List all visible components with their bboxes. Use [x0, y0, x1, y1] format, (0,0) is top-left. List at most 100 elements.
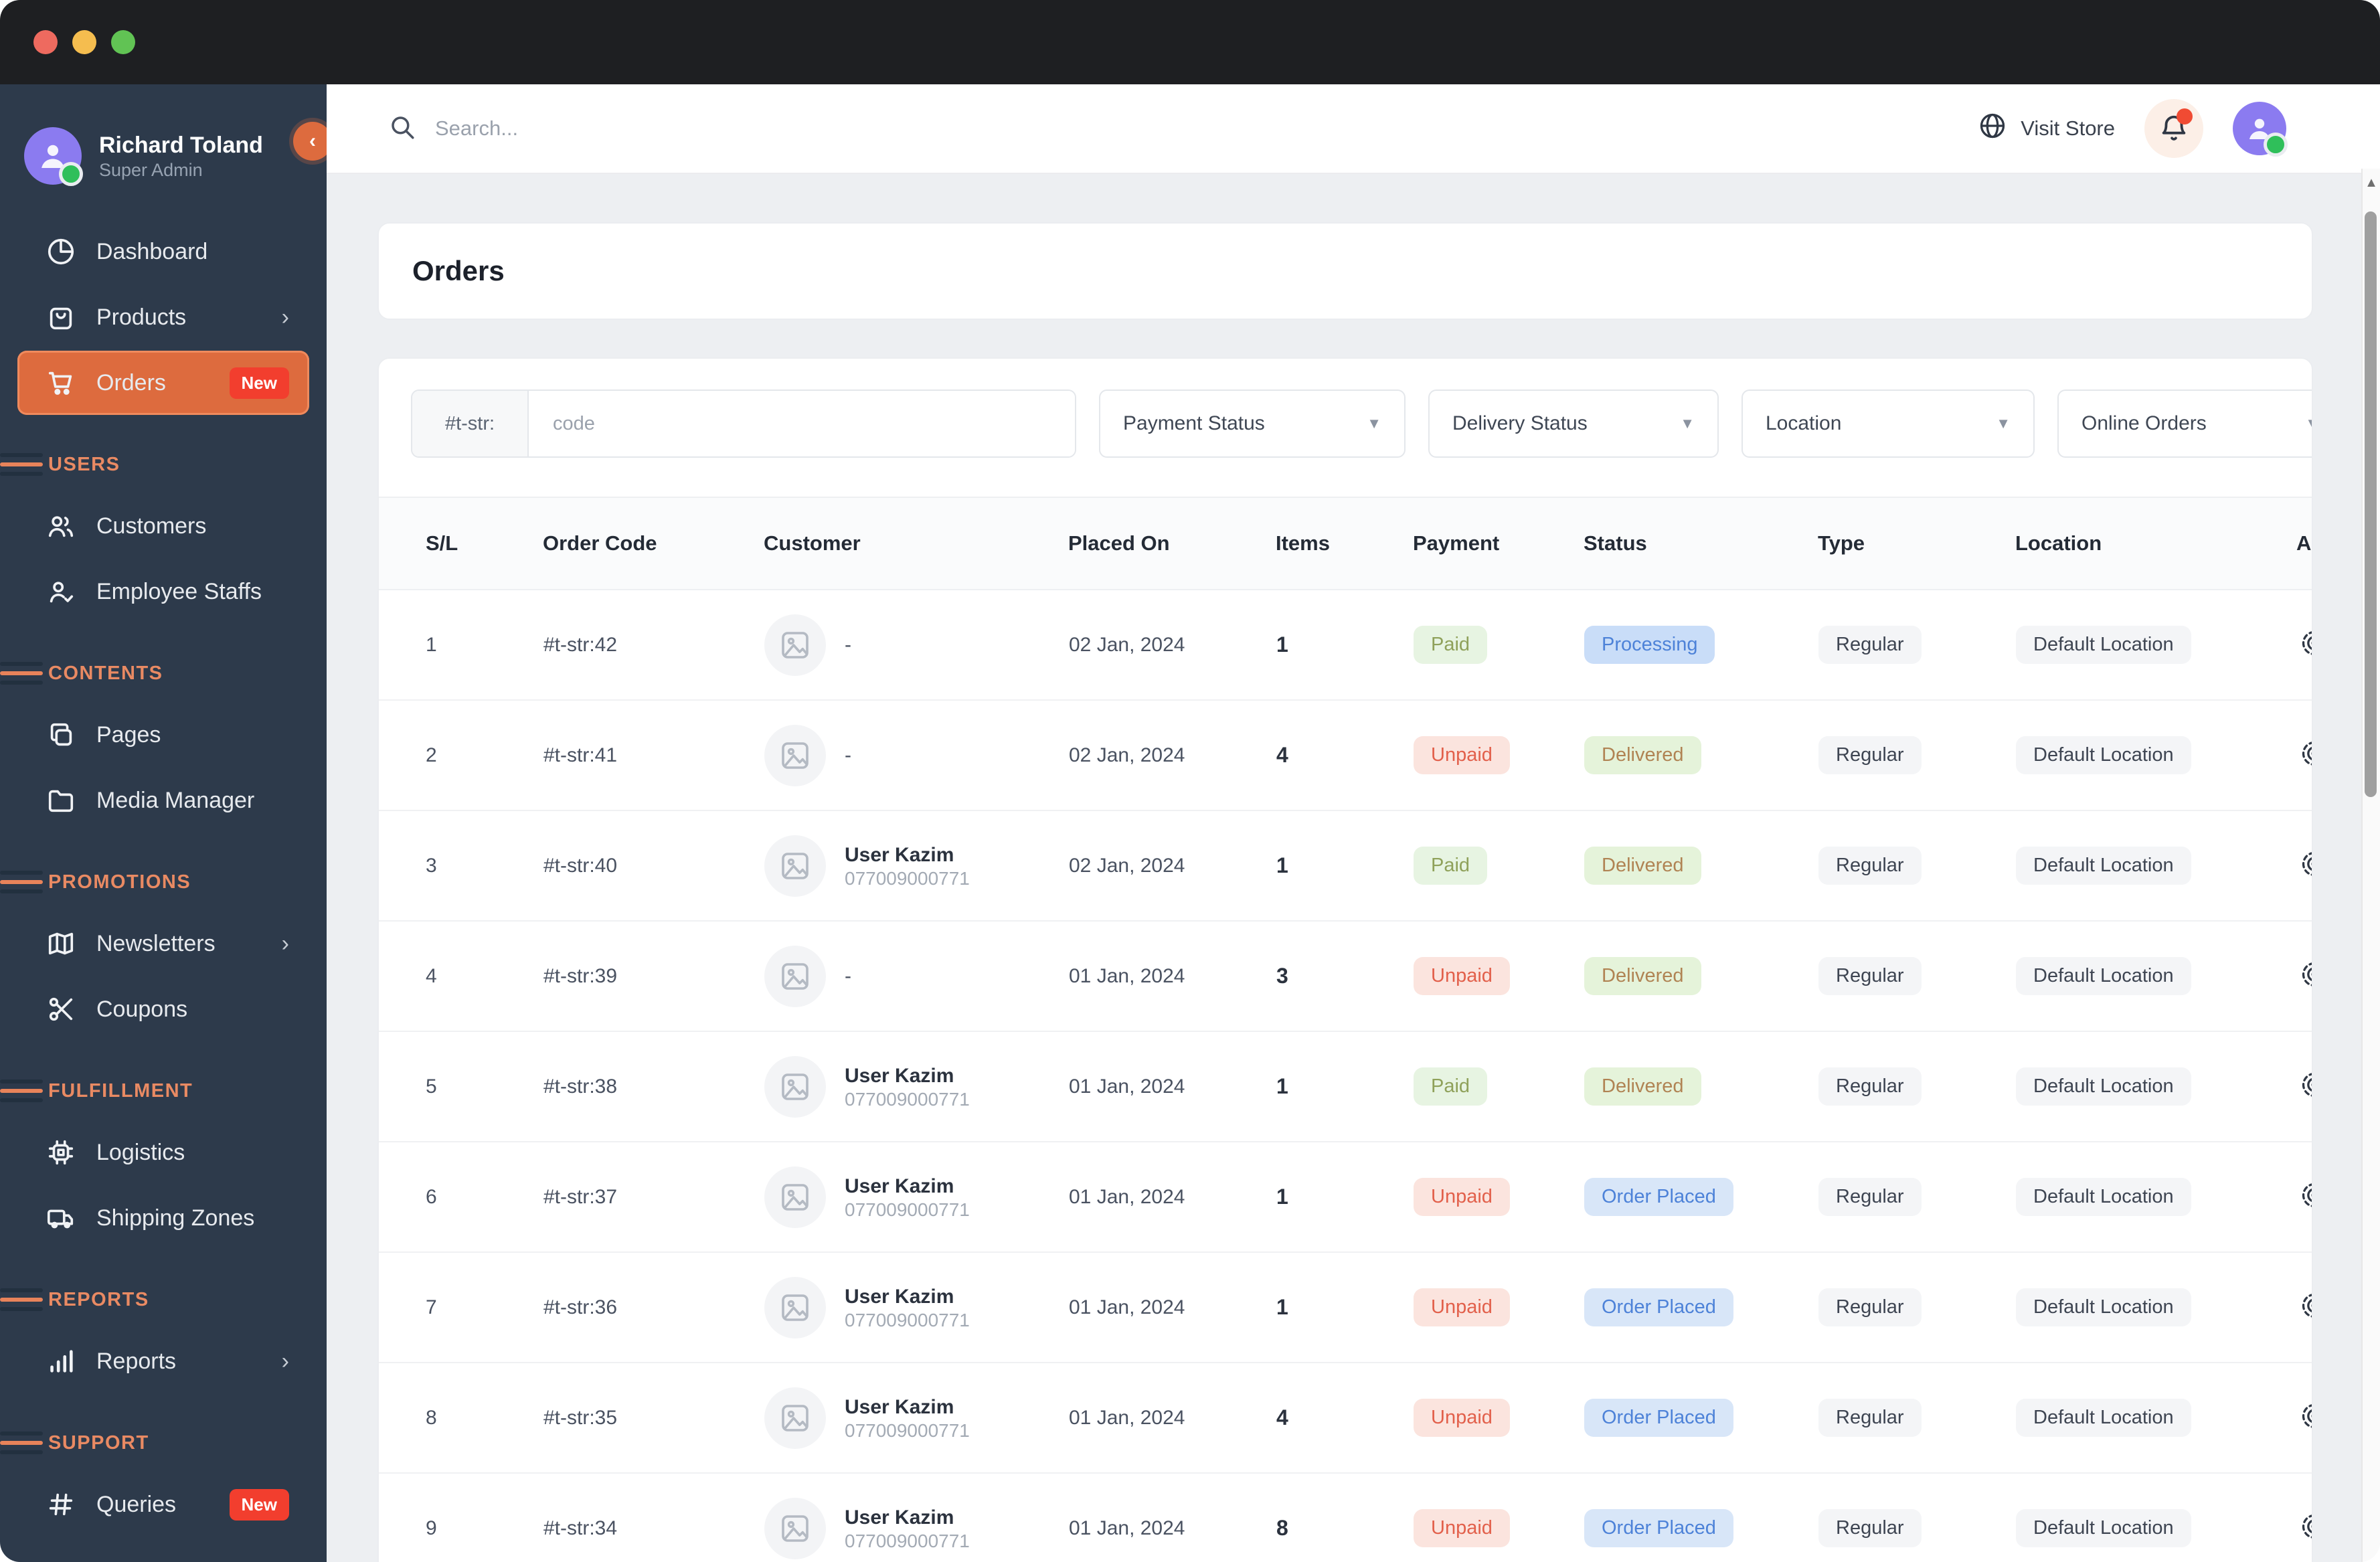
scrollbar[interactable]: ▲	[2361, 169, 2380, 1562]
notifications-button[interactable]	[2144, 99, 2203, 158]
view-eye-icon	[2300, 739, 2312, 770]
globe-icon	[1978, 111, 2007, 146]
type-badge: Regular	[1818, 625, 1922, 665]
view-eye-icon	[2300, 1070, 2312, 1102]
location-badge: Default Location	[2016, 1288, 2191, 1327]
sidebar-item-dashboard[interactable]: Dashboard	[17, 220, 309, 284]
customer-cell: User Kazim 077009000771	[764, 1276, 1068, 1338]
image-placeholder-icon	[777, 1510, 813, 1547]
view-order-button[interactable]	[2297, 1289, 2312, 1324]
customer-phone: 077009000771	[845, 1310, 970, 1330]
delivery-status-select[interactable]: Delivery Status ▼	[1428, 389, 1719, 458]
status-badge: Processing	[1584, 625, 1715, 665]
cell-type: Regular	[1818, 1252, 2015, 1363]
sidebar-item-label: Newsletters	[96, 930, 216, 956]
search-icon	[388, 113, 416, 145]
cell-order-code: #t-str:39	[543, 921, 764, 1032]
customer-image-placeholder	[764, 1166, 826, 1228]
cell-items: 4	[1276, 1363, 1413, 1474]
table-row: 1 #t-str:42-02 Jan, 2024 1 Paid Processing Re…	[379, 590, 2312, 701]
sidebar-item-logistics[interactable]: Logistics	[17, 1120, 309, 1185]
newsletters-icon	[46, 928, 76, 959]
minimize-window-button[interactable]	[72, 30, 96, 54]
reports-chart-icon	[46, 1346, 76, 1377]
user-name: Richard Toland	[99, 133, 263, 159]
global-search-input[interactable]	[434, 116, 905, 141]
column-header-customer: Customer	[764, 497, 1068, 590]
type-badge: Regular	[1818, 735, 1922, 775]
sidebar-item-coupons[interactable]: Coupons	[17, 977, 309, 1041]
sidebar-item-employee-staffs[interactable]: Employee Staffs	[17, 559, 309, 624]
order-code-input[interactable]	[529, 391, 1075, 456]
scrollbar-thumb[interactable]	[2365, 211, 2377, 797]
sidebar-user-card[interactable]: Richard Toland Super Admin	[0, 84, 327, 211]
maximize-window-button[interactable]	[111, 30, 135, 54]
customer-name: User Kazim	[845, 1175, 954, 1197]
sidebar-item-reports[interactable]: Reports ›	[17, 1329, 309, 1393]
customer-name: User Kazim	[845, 1286, 954, 1308]
status-badge: Delivered	[1584, 1067, 1701, 1106]
view-order-button[interactable]	[2297, 1068, 2312, 1103]
sidebar-item-customers[interactable]: Customers	[17, 494, 309, 558]
view-order-button[interactable]	[2297, 626, 2312, 661]
sidebar-item-newsletters[interactable]: Newsletters ›	[17, 912, 309, 976]
scrollbar-up-arrow[interactable]: ▲	[2363, 175, 2380, 191]
cell-location: Default Location	[2015, 1142, 2296, 1253]
column-header-s-l: S/L	[379, 497, 543, 590]
view-order-button[interactable]	[2297, 1179, 2312, 1213]
image-placeholder-icon	[777, 1069, 813, 1105]
view-order-button[interactable]	[2297, 1510, 2312, 1545]
sidebar-item-pages[interactable]: Pages	[17, 703, 309, 767]
profile-avatar-button[interactable]	[2233, 102, 2288, 157]
payment-status-select[interactable]: Payment Status ▼	[1099, 389, 1406, 458]
user-avatar	[24, 127, 83, 186]
sidebar-item-queries[interactable]: Queries New	[17, 1472, 309, 1537]
column-header-items: Items	[1276, 497, 1413, 590]
customer-cell: User Kazim 077009000771	[764, 1387, 1068, 1449]
sidebar-collapse-button[interactable]: ‹	[293, 122, 327, 161]
cell-placed-on: 01 Jan, 2024	[1068, 921, 1276, 1032]
cell-placed-on: 02 Jan, 2024	[1068, 810, 1276, 922]
view-order-button[interactable]	[2297, 958, 2312, 992]
location-badge: Default Location	[2016, 1177, 2191, 1217]
customer-info: User Kazim 077009000771	[845, 1284, 970, 1331]
status-badge: Unpaid	[1414, 1508, 1510, 1548]
view-order-button[interactable]	[2297, 1399, 2312, 1434]
section-marker-icon	[0, 1079, 43, 1102]
online-orders-select[interactable]: Online Orders ▼	[2057, 389, 2312, 458]
delivery-status-label: Delivery Status	[1452, 412, 1588, 434]
cell-action	[2296, 810, 2312, 922]
cell-payment: Unpaid	[1413, 1473, 1584, 1562]
cell-customer: -	[764, 921, 1068, 1032]
cell-action	[2296, 590, 2312, 701]
close-window-button[interactable]	[33, 30, 58, 54]
sidebar-section-promotions: PROMOTIONS	[0, 862, 327, 902]
status-badge: Unpaid	[1414, 956, 1510, 996]
sidebar-item-shipping-zones[interactable]: Shipping Zones	[17, 1186, 309, 1250]
customer-name: User Kazim	[845, 1396, 954, 1418]
view-order-button[interactable]	[2297, 737, 2312, 772]
cell-sl: 1	[379, 590, 543, 701]
sidebar-section-fulfillment: FULFILLMENT	[0, 1071, 327, 1111]
cell-location: Default Location	[2015, 921, 2296, 1032]
view-order-button[interactable]	[2297, 847, 2312, 882]
cell-items: 3	[1276, 921, 1413, 1032]
sidebar-item-orders[interactable]: Orders New	[17, 351, 309, 415]
customer-name: User Kazim	[845, 1506, 954, 1529]
status-badge: Delivered	[1584, 735, 1701, 775]
filters-bar: #t-str: Payment Status ▼ Delivery Status…	[379, 389, 2312, 458]
cell-type: Regular	[1818, 1031, 2015, 1142]
section-marker-icon	[0, 1288, 43, 1311]
location-label: Location	[1766, 412, 1842, 434]
sidebar-nav: Dashboard Products › Orders New USERS Customer…	[0, 211, 327, 1562]
image-placeholder-icon	[777, 848, 813, 884]
table-row: 7 #t-str:36 User Kazim 077009000771 01 Jan, …	[379, 1252, 2312, 1363]
visit-store-link[interactable]: Visit Store	[1978, 111, 2115, 146]
location-select[interactable]: Location ▼	[1741, 389, 2035, 458]
customer-phone: 077009000771	[845, 1420, 970, 1441]
cell-items: 1	[1276, 1252, 1413, 1363]
sidebar-item-products[interactable]: Products ›	[17, 285, 309, 349]
sidebar-item-media-manager[interactable]: Media Manager	[17, 768, 309, 833]
view-eye-icon	[2300, 1512, 2312, 1543]
cell-action	[2296, 921, 2312, 1032]
